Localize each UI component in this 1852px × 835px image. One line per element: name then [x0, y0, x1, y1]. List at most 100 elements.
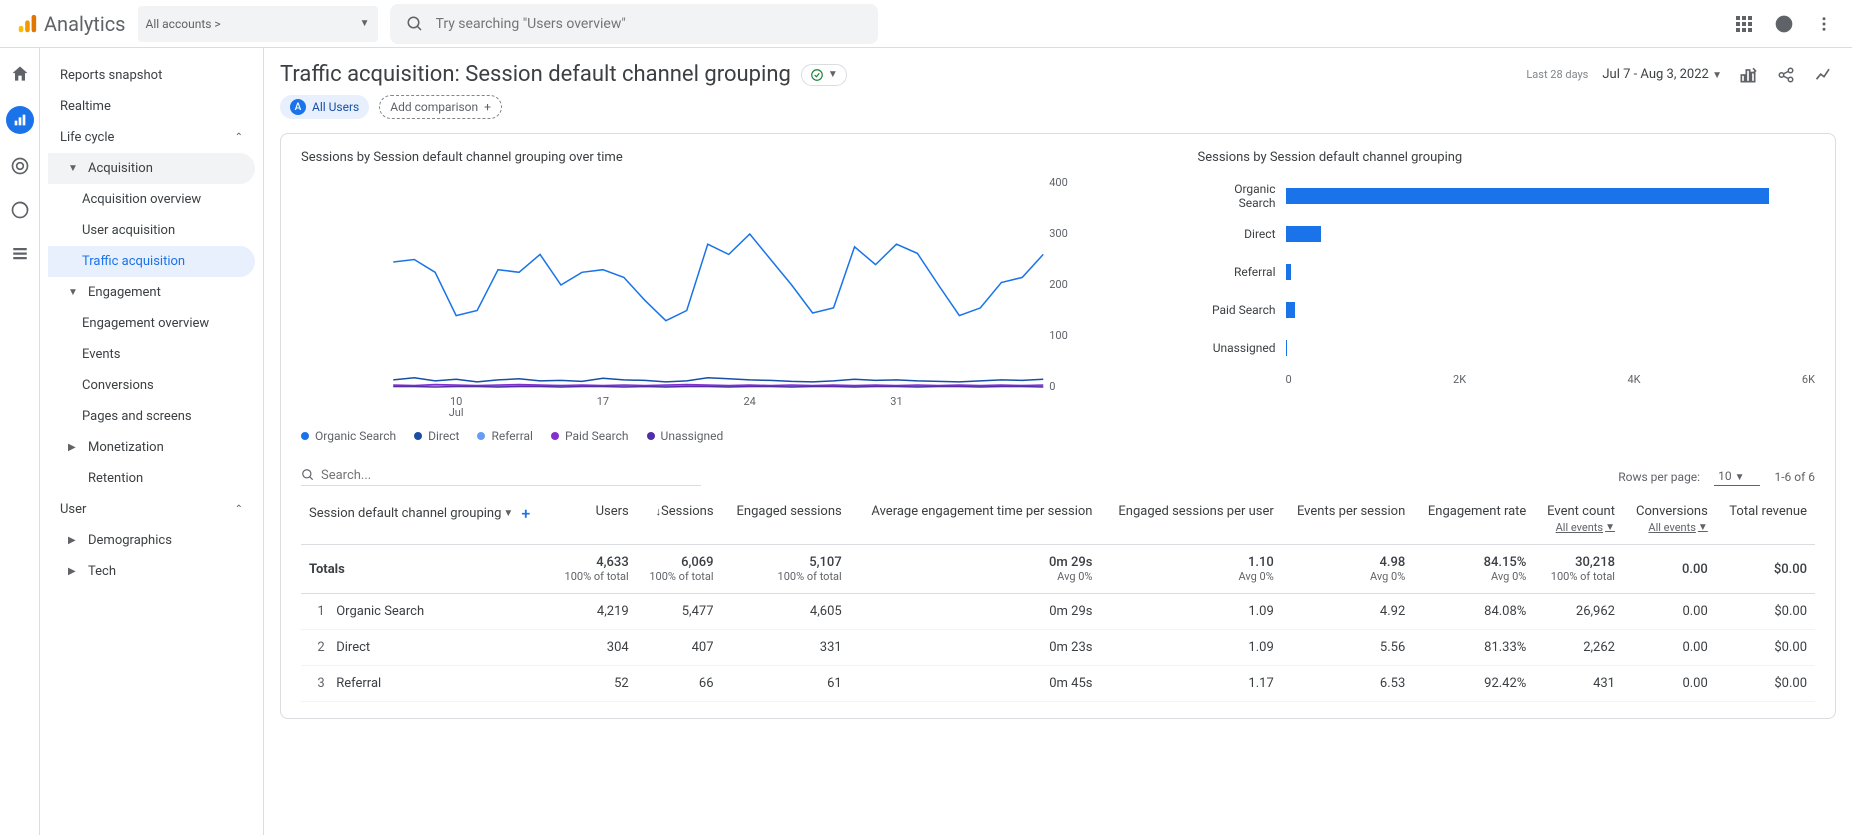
search-box[interactable] [390, 4, 878, 44]
chevron-down-icon: ▼ [828, 69, 838, 80]
sidebar-item-acquisition[interactable]: ▼ Acquisition [48, 153, 255, 184]
table-search[interactable] [301, 468, 701, 486]
page-header: Traffic acquisition: Session default cha… [280, 56, 1836, 91]
sidebar-item-demographics[interactable]: ▶Demographics [48, 525, 255, 556]
sidebar-item-label: Acquisition overview [82, 192, 201, 207]
column-header[interactable]: Events per session [1282, 494, 1413, 545]
brand-name: Analytics [44, 12, 126, 36]
sidebar-item-user[interactable]: User⌃ [48, 494, 255, 525]
legend-item[interactable]: Organic Search [301, 429, 396, 443]
sidebar-item-conversions[interactable]: Conversions [48, 370, 255, 401]
sidebar-item-engagement-overview[interactable]: Engagement overview [48, 308, 255, 339]
column-header[interactable]: Total revenue [1716, 494, 1815, 545]
verified-chip[interactable]: ▼ [801, 64, 847, 86]
chevron-icon: ▶ [68, 442, 80, 453]
svg-text:17: 17 [597, 395, 609, 408]
column-header[interactable]: Engaged sessions [722, 494, 850, 545]
add-comparison-button[interactable]: Add comparison + [379, 95, 502, 119]
sidebar-item-realtime[interactable]: Realtime [48, 91, 255, 122]
table-row[interactable]: 3 Referral5266610m 45s1.176.5392.42%4310… [301, 666, 1815, 702]
more-icon[interactable] [1812, 12, 1836, 36]
sidebar-item-engagement[interactable]: ▼Engagement [48, 277, 255, 308]
bar-row: Paid Search [1198, 291, 1816, 329]
customize-report-icon[interactable] [1736, 63, 1760, 87]
help-icon[interactable]: ? [1772, 12, 1796, 36]
column-header[interactable]: ↓Sessions [637, 494, 722, 545]
table-row[interactable]: 1 Organic Search4,2195,4774,6050m 29s1.0… [301, 594, 1815, 630]
sidebar-item-monetization[interactable]: ▶Monetization [48, 432, 255, 463]
add-dimension-icon[interactable]: + [521, 504, 530, 523]
rail-reports-icon[interactable] [6, 106, 34, 134]
column-header[interactable]: ConversionsAll events ▼ [1623, 494, 1716, 545]
svg-text:24: 24 [744, 395, 756, 408]
chevron-icon: ▶ [68, 535, 80, 546]
legend-item[interactable]: Direct [414, 429, 459, 443]
search-input[interactable] [436, 16, 862, 32]
column-sub-selector[interactable]: All events ▼ [1542, 521, 1615, 534]
sidebar-item-life-cycle[interactable]: Life cycle⌃ [48, 122, 255, 153]
main-content: Traffic acquisition: Session default cha… [264, 48, 1852, 835]
account-prefix: All accounts > [146, 17, 221, 31]
apps-icon[interactable] [1732, 12, 1756, 36]
segments-row: A All Users Add comparison + [280, 91, 1836, 133]
totals-row: Totals4,633100% of total6,069100% of tot… [301, 545, 1815, 594]
sidebar-item-acquisition-overview[interactable]: Acquisition overview [48, 184, 255, 215]
column-header[interactable]: Average engagement time per session [850, 494, 1101, 545]
sidebar-item-label: Retention [88, 471, 143, 486]
data-table: Session default channel grouping ▼+Users… [301, 494, 1815, 702]
bar-row: Referral [1198, 253, 1816, 291]
bar-row: Direct [1198, 215, 1816, 253]
account-picker[interactable]: All accounts > ▼ [138, 6, 378, 42]
sidebar-item-label: User [60, 502, 86, 517]
header-actions: ? [1732, 12, 1836, 36]
chevron-icon: ▼ [68, 163, 80, 174]
sidebar-item-label: Acquisition [88, 161, 153, 176]
sidebar-item-label: User acquisition [82, 223, 175, 238]
dimension-header[interactable]: Session default channel grouping ▼+ [301, 494, 552, 545]
column-header[interactable]: Users [552, 494, 637, 545]
report-card: Sessions by Session default channel grou… [280, 133, 1836, 719]
sidebar-item-retention[interactable]: Retention [48, 463, 255, 494]
sidebar-item-label: Realtime [60, 99, 111, 114]
column-header[interactable]: Event countAll events ▼ [1534, 494, 1623, 545]
rail-configure-icon[interactable] [8, 242, 32, 266]
chart-legend: Organic Search Direct Referral Paid Search U… [301, 421, 1166, 443]
sidebar-item-pages-and-screens[interactable]: Pages and screens [48, 401, 255, 432]
svg-text:200: 200 [1049, 278, 1068, 291]
svg-text:300: 300 [1049, 227, 1068, 240]
sidebar-item-label: Reports snapshot [60, 68, 162, 83]
rows-per-page-select[interactable]: 10 ▼ [1714, 467, 1760, 486]
column-header[interactable]: Engagement rate [1413, 494, 1534, 545]
segment-all-users[interactable]: A All Users [280, 95, 369, 119]
column-sub-selector[interactable]: All events ▼ [1631, 521, 1708, 534]
svg-text:Jul: Jul [449, 406, 464, 417]
legend-item[interactable]: Paid Search [551, 429, 629, 443]
data-table-section: Rows per page: 10 ▼ 1-6 of 6 Session def… [301, 463, 1815, 702]
bar-chart-title: Sessions by Session default channel grou… [1198, 150, 1816, 165]
legend-item[interactable]: Unassigned [647, 429, 724, 443]
column-header[interactable]: Engaged sessions per user [1100, 494, 1281, 545]
svg-text:100: 100 [1049, 329, 1068, 342]
insights-icon[interactable] [1812, 63, 1836, 87]
chevron-icon: ▼ [68, 287, 80, 298]
logo: Analytics [16, 12, 126, 36]
nav-rail [0, 48, 40, 835]
share-icon[interactable] [1774, 63, 1798, 87]
rail-explore-icon[interactable] [8, 154, 32, 178]
bar-chart: Organic SearchDirectReferralPaid SearchU… [1198, 177, 1816, 386]
legend-item[interactable]: Referral [477, 429, 533, 443]
svg-text:?: ? [1782, 21, 1787, 31]
date-range-picker[interactable]: Jul 7 - Aug 3, 2022 ▼ [1602, 67, 1722, 82]
sidebar-item-user-acquisition[interactable]: User acquisition [48, 215, 255, 246]
sidebar-item-traffic-acquisition[interactable]: Traffic acquisition [48, 246, 255, 277]
sidebar-item-label: Traffic acquisition [82, 254, 185, 269]
segment-badge: A [290, 99, 306, 115]
chevron-icon: ▶ [68, 566, 80, 577]
sidebar-item-events[interactable]: Events [48, 339, 255, 370]
table-search-input[interactable] [321, 468, 701, 483]
rail-advertising-icon[interactable] [8, 198, 32, 222]
table-row[interactable]: 2 Direct3044073310m 23s1.095.5681.33%2,2… [301, 630, 1815, 666]
sidebar-item-tech[interactable]: ▶Tech [48, 556, 255, 587]
sidebar-item-reports-snapshot[interactable]: Reports snapshot [48, 60, 255, 91]
rail-home-icon[interactable] [8, 62, 32, 86]
